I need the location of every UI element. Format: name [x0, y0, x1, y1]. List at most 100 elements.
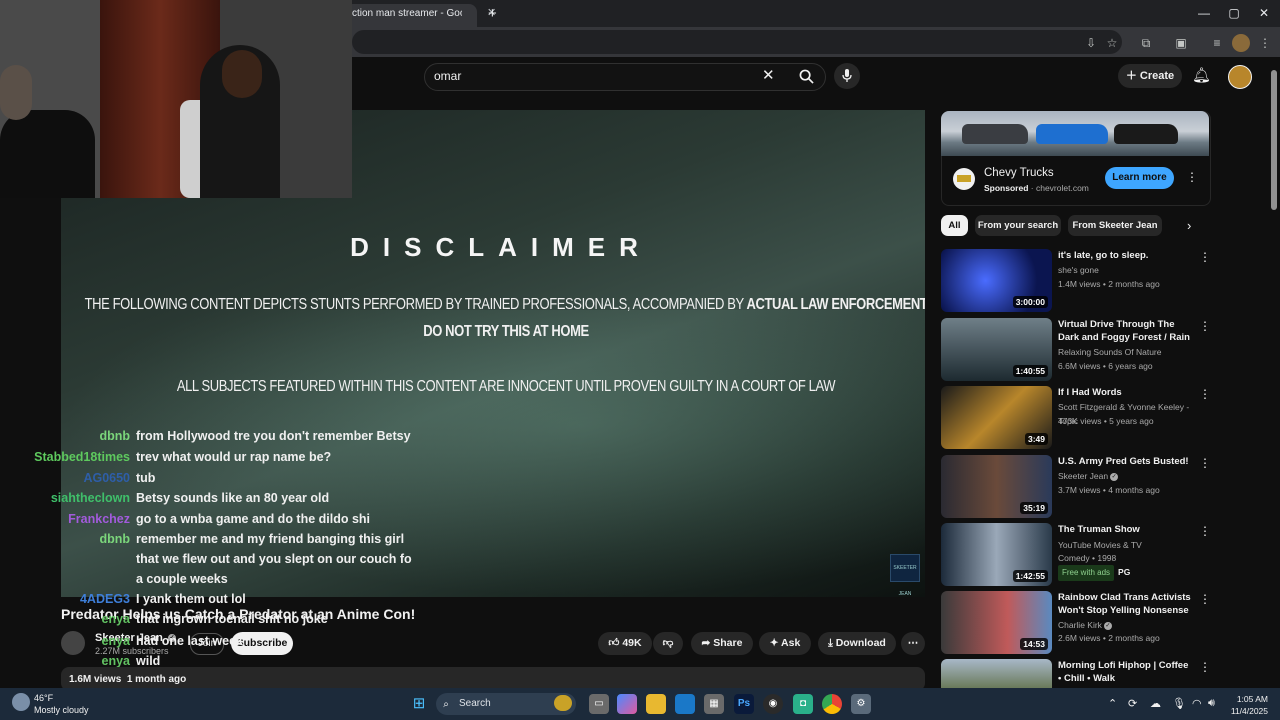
create-button[interactable]: ＋ Create [1118, 64, 1182, 88]
notifications-bell-icon[interactable]: 🔔︎ [1192, 66, 1211, 84]
video-thumbnail[interactable]: 14:53 [941, 591, 1052, 654]
account-avatar[interactable] [1228, 65, 1252, 89]
video-menu-icon[interactable]: ⋮ [1199, 660, 1211, 674]
photoshop-icon[interactable]: Ps [734, 694, 754, 714]
volume-icon[interactable]: 🔊︎ [1208, 697, 1215, 710]
recommendation-title[interactable]: If I Had Words [1058, 386, 1193, 399]
ad-car-image [1036, 124, 1108, 144]
recommendation-meta: 1.4M views • 2 months ago [1058, 279, 1160, 289]
search-query[interactable]: omar [434, 69, 461, 83]
recommendation-title[interactable]: Rainbow Clad Trans Activists Won't Stop … [1058, 591, 1193, 617]
side-panel-icon[interactable]: ▣ [1172, 34, 1190, 52]
recommendation-title[interactable]: Morning Lofi Hiphop | Coffee • Chill • W… [1058, 659, 1193, 685]
file-explorer-icon[interactable] [646, 694, 666, 714]
onedrive-icon[interactable]: ☁ [1150, 697, 1161, 710]
video-menu-icon[interactable]: ⋮ [1199, 319, 1211, 333]
windows-start-icon[interactable]: ⊞ [409, 694, 429, 714]
scrollbar-thumb[interactable] [1271, 70, 1277, 210]
dislike-button[interactable]: 👎︎ [653, 632, 683, 655]
wifi-icon[interactable]: ◠ [1192, 697, 1202, 710]
chat-message: Frankchez go to a wnba game and do the di… [0, 512, 420, 532]
video-menu-icon[interactable]: ⋮ [1199, 387, 1211, 401]
video-thumbnail[interactable]: 1:40:55 [941, 318, 1052, 381]
recommendation-title[interactable]: U.S. Army Pred Gets Busted! [1058, 455, 1193, 468]
recommendation-channel[interactable]: YouTube Movies & TV [1058, 538, 1208, 552]
learn-more-button[interactable]: Learn more [1105, 167, 1174, 189]
recommendation-badges: Free with ads PG [1058, 565, 1208, 581]
chat-username: siahtheclown [50, 491, 130, 505]
video-thumbnail[interactable]: 3:00:00 [941, 249, 1052, 312]
weather-condition[interactable]: Mostly cloudy [34, 705, 89, 715]
taskbar-search-text[interactable]: Search [459, 698, 491, 709]
like-count: 49K [622, 637, 642, 649]
profile-avatar[interactable] [1232, 34, 1250, 52]
video-thumbnail[interactable] [941, 659, 1052, 688]
free-with-ads-badge: Free with ads [1058, 565, 1115, 581]
bookmark-star-icon[interactable]: ☆ [1103, 34, 1121, 52]
voice-search-icon[interactable] [834, 63, 860, 89]
like-button[interactable]: 👍︎ 49K [598, 632, 652, 655]
video-thumbnail[interactable]: 35:19 [941, 455, 1052, 518]
chip-from-your-search[interactable]: From your search [975, 215, 1061, 236]
app-icon[interactable]: ▦ [704, 694, 724, 714]
chevron-right-icon[interactable]: › [1187, 218, 1191, 233]
video-menu-icon[interactable]: ⋮ [1199, 524, 1211, 538]
weather-cloud-icon[interactable] [12, 693, 30, 711]
task-view-icon[interactable]: ▭ [589, 694, 609, 714]
video-thumbnail[interactable]: 3:49 [941, 386, 1052, 449]
video-menu-icon[interactable]: ⋮ [1199, 250, 1211, 264]
channel-watermark[interactable]: SKEETER JEAN [890, 554, 920, 597]
tab-title[interactable]: ction man streamer - Google Search [352, 8, 462, 19]
recommendation-title[interactable]: it's late, go to sleep. [1058, 249, 1193, 262]
store-icon[interactable] [675, 694, 695, 714]
ask-button[interactable]: ✦ Ask [759, 632, 811, 655]
sync-icon[interactable]: ⟳ [1128, 697, 1137, 710]
video-menu-icon[interactable]: ⋮ [1199, 456, 1211, 470]
more-actions-button[interactable]: ⋯ [901, 632, 925, 655]
recommendation-channel[interactable]: Charlie Kirk ✓ [1058, 618, 1208, 632]
clear-search-icon[interactable]: ✕ [762, 66, 775, 84]
new-tab-button[interactable]: + [488, 5, 497, 22]
download-button[interactable]: ⤓ Download [818, 632, 896, 655]
upload-age: 1 month ago [126, 674, 187, 685]
settings-gear-icon[interactable]: ⚙ [851, 694, 871, 714]
tray-overflow-icon[interactable]: ⌃ [1108, 697, 1117, 710]
chat-message: dbnb from Hollywood tre you don't remembe… [0, 429, 420, 449]
chat-username: AG0650 [83, 471, 130, 485]
microphone-icon[interactable]: 🎙︎ [1172, 697, 1186, 710]
copilot-icon[interactable] [617, 694, 637, 714]
browser-menu-icon[interactable]: ⋮ [1256, 34, 1274, 52]
recommendation-channel[interactable]: Relaxing Sounds Of Nature [1058, 345, 1208, 359]
view-stats: 1.6M views 1 month ago [69, 674, 186, 685]
recommendation-title[interactable]: The Truman Show [1058, 523, 1193, 536]
chrome-icon[interactable] [822, 694, 842, 714]
search-icon[interactable] [790, 64, 822, 90]
video-thumbnail[interactable]: 1:42:55 [941, 523, 1052, 586]
maximize-button[interactable]: ▢ [1224, 6, 1244, 20]
channel-name-text[interactable]: Skeeter Jean [1058, 471, 1108, 481]
recommendation-title[interactable]: Virtual Drive Through The Dark and Foggy… [1058, 318, 1193, 344]
video-menu-icon[interactable]: ⋮ [1199, 592, 1211, 606]
weather-temperature[interactable]: 46°F [34, 693, 53, 703]
recommendation-channel[interactable]: Skeeter Jean ✓ [1058, 469, 1208, 483]
share-button[interactable]: ➦ Share [691, 632, 753, 655]
obs-icon[interactable]: ◉ [763, 694, 783, 714]
channel-name-text[interactable]: Charlie Kirk [1058, 620, 1102, 630]
recommendation-channel[interactable]: she's gone [1058, 263, 1208, 277]
close-window-button[interactable]: ✕ [1254, 6, 1274, 20]
discord-icon[interactable]: ◘ [793, 694, 813, 714]
chip-all[interactable]: All [941, 215, 968, 236]
extensions-icon[interactable]: ⧉ [1137, 34, 1155, 52]
disclaimer-line-1-plain: THE FOLLOWING CONTENT DEPICTS STUNTS PER… [84, 294, 745, 313]
install-app-icon[interactable]: ⇩ [1082, 34, 1100, 52]
clock-date[interactable]: 11/4/2025 [1224, 706, 1268, 716]
minimize-button[interactable]: — [1194, 6, 1214, 20]
ad-menu-icon[interactable]: ⋮ [1186, 170, 1198, 184]
clock-time[interactable]: 1:05 AM [1230, 694, 1268, 704]
chip-from-skeeter-jean[interactable]: From Skeeter Jean [1068, 215, 1162, 236]
chat-username: Stabbed18times [34, 450, 130, 464]
chat-text: from Hollywood tre you don't remember Be… [136, 429, 411, 443]
ad-title[interactable]: Chevy Trucks [984, 167, 1054, 179]
address-bar[interactable] [352, 30, 1122, 54]
reading-list-icon[interactable]: ≡ [1208, 34, 1226, 52]
